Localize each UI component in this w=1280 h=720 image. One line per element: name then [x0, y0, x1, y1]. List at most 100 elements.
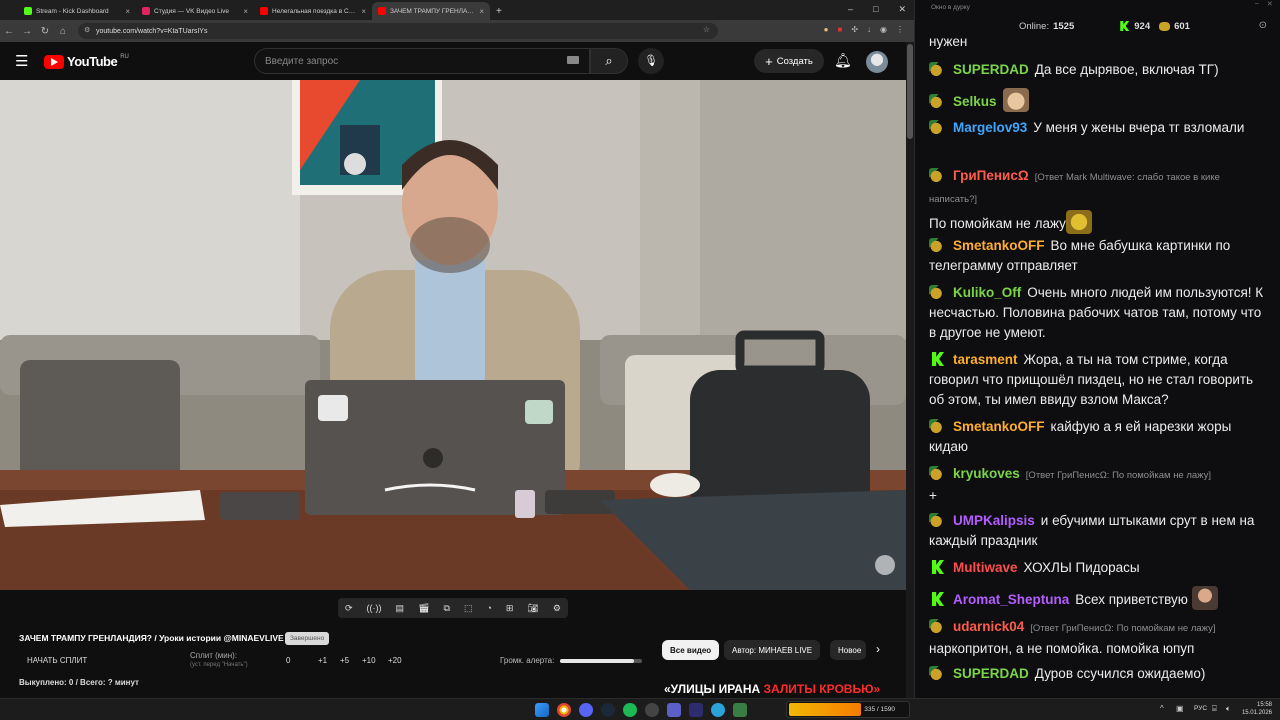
chat-message: SmetankoOFF Во мне бабушка картинки по те…: [929, 236, 1269, 276]
chat-username[interactable]: ГриПенисΩ: [953, 168, 1029, 183]
reload-icon[interactable]: ↻: [36, 26, 54, 37]
puzzle-icon[interactable]: ✣: [851, 25, 858, 34]
page-scrollbar[interactable]: [906, 42, 914, 698]
clock[interactable]: 15:58 15.01.2026: [1238, 701, 1272, 717]
voice-search-button[interactable]: 🎙︎: [638, 48, 664, 74]
app-icon[interactable]: [667, 703, 681, 717]
chat-username[interactable]: SUPERDAD: [953, 666, 1029, 681]
youtube-logo[interactable]: YouTube RU: [44, 54, 129, 69]
download-icon[interactable]: ↓: [867, 25, 871, 34]
search-button[interactable]: ⌕: [590, 48, 628, 74]
chip-all-videos[interactable]: Все видео: [662, 640, 720, 660]
chat-message: tarasment Жора, а ты на том стриме, когда…: [929, 350, 1269, 410]
search-input[interactable]: Введите запрос: [254, 48, 590, 74]
tab-greenland-video[interactable]: ЗАЧЕМ ТРАМПУ ГРЕНЛАНДИЯ? ×: [372, 2, 490, 20]
scrollbar-thumb[interactable]: [907, 44, 913, 139]
network-icon[interactable]: ⌸: [1212, 704, 1217, 714]
next-video-title[interactable]: «УЛИЦЫ ИРАНА ЗАЛИТЫ КРОВЬЮ»: [664, 682, 880, 696]
back-icon[interactable]: ←: [0, 26, 18, 37]
tray-chevron-icon[interactable]: ^: [1160, 704, 1164, 713]
chat-username[interactable]: Aromat_Sheptuna: [953, 592, 1069, 607]
hamburger-menu-icon[interactable]: ☰: [15, 52, 28, 70]
close-icon[interactable]: ✕: [898, 4, 906, 15]
chip-new[interactable]: Новое: [830, 640, 866, 660]
chat-username[interactable]: Multiwave: [953, 560, 1018, 575]
chat-username[interactable]: Kuliko_Off: [953, 285, 1021, 300]
bookmark-star-icon[interactable]: ☆: [703, 25, 710, 34]
volume-icon[interactable]: 🔈︎: [1226, 704, 1231, 714]
chrome-icon[interactable]: [557, 703, 571, 717]
minimize-icon[interactable]: –: [1255, 0, 1259, 14]
close-icon[interactable]: ✕: [1267, 0, 1273, 14]
chat-username[interactable]: kryukoves: [953, 466, 1020, 481]
chat-username[interactable]: tarasment: [953, 352, 1018, 367]
chat-username[interactable]: udarnick04: [953, 619, 1024, 634]
app-icon[interactable]: [733, 703, 747, 717]
discord-icon[interactable]: [579, 703, 593, 717]
url-field[interactable]: ⚙ youtube.com/watch?v=KtaTUarsIYs ☆: [78, 23, 718, 39]
spotify-icon[interactable]: [623, 703, 637, 717]
app-icon[interactable]: [689, 703, 703, 717]
avatar[interactable]: [866, 51, 888, 73]
chip-author[interactable]: Автор: МИНАЕВ LIVE: [724, 640, 821, 660]
settings-icon[interactable]: ⊙: [1259, 20, 1267, 31]
telegram-icon[interactable]: [711, 703, 725, 717]
split-plus10-button[interactable]: +10: [362, 656, 376, 665]
platform-badge-icon: [929, 238, 947, 252]
split-value-input[interactable]: 0: [286, 656, 290, 665]
chat-username[interactable]: SmetankoOFF: [953, 419, 1045, 434]
split-plus1-button[interactable]: +1: [318, 656, 327, 665]
add-clip-icon[interactable]: ⊞: [506, 603, 514, 614]
home-icon[interactable]: ⌂: [54, 26, 72, 37]
chat-username[interactable]: UMPKalipsis: [953, 513, 1035, 528]
broadcast-icon[interactable]: ((·)): [367, 603, 382, 613]
split-plus20-button[interactable]: +20: [388, 656, 402, 665]
split-plus5-button[interactable]: +5: [340, 656, 349, 665]
next-title-highlight: ЗАЛИТЫ КРОВЬЮ»: [763, 682, 881, 696]
clapper-icon[interactable]: 🎬︎: [418, 603, 429, 614]
chat-username[interactable]: Margelov93: [953, 120, 1027, 135]
chat-username[interactable]: SmetankoOFF: [953, 238, 1045, 253]
menu-dots-icon[interactable]: ⋮: [896, 25, 904, 34]
chat-message: udarnick04 [Ответ ГриПенисΩ: По помойкам …: [929, 617, 1269, 659]
loop-icon[interactable]: ⟳: [345, 603, 353, 614]
chat-username[interactable]: Selkus: [953, 94, 997, 109]
chat-message: SUPERDAD Да все дырявое, включая ТГ): [929, 60, 1269, 80]
gear-icon[interactable]: ⚙: [553, 603, 561, 614]
chat-username[interactable]: SUPERDAD: [953, 62, 1029, 77]
close-tab-icon[interactable]: ×: [125, 7, 130, 16]
chevron-right-icon[interactable]: ›: [876, 642, 880, 656]
tab-syria-video[interactable]: Нелегальная поездка в Сирию ×: [254, 2, 372, 20]
extension-icon[interactable]: ■: [837, 25, 842, 34]
obs-icon[interactable]: [645, 703, 659, 717]
next-title-part: «УЛИЦЫ ИРАНА: [664, 682, 764, 696]
kick-party-widget[interactable]: 335 / 1590: [786, 701, 910, 718]
maximize-icon[interactable]: □: [873, 4, 878, 15]
minimize-icon[interactable]: –: [848, 4, 853, 15]
close-tab-icon[interactable]: ×: [479, 7, 484, 16]
profile-icon[interactable]: ◉: [880, 25, 887, 34]
pip-icon[interactable]: ⧉: [444, 603, 450, 614]
extension-icon[interactable]: ●: [824, 25, 829, 34]
alert-volume-slider[interactable]: [560, 659, 642, 663]
forward-icon[interactable]: →: [18, 26, 36, 37]
steam-icon[interactable]: [601, 703, 615, 717]
screenshot-icon[interactable]: 📷︎: [527, 603, 538, 614]
start-menu-icon[interactable]: [535, 703, 549, 717]
notifications-bell-icon[interactable]: 🔔︎: [834, 52, 852, 69]
start-split-button[interactable]: НАЧАТЬ СПЛИТ: [27, 656, 87, 665]
tab-vk-studio[interactable]: Студия — VK Видео Live ×: [136, 2, 254, 20]
frame-icon[interactable]: ⬚: [464, 603, 473, 614]
tab-kick-dashboard[interactable]: Stream - Kick Dashboard ×: [18, 2, 136, 20]
video-player[interactable]: [0, 80, 906, 590]
close-tab-icon[interactable]: ×: [243, 7, 248, 16]
new-tab-button[interactable]: +: [490, 2, 510, 20]
tray-app-icon[interactable]: ▣: [1176, 704, 1184, 713]
keyboard-language[interactable]: РУС: [1194, 705, 1207, 712]
overlay-icon[interactable]: ▤: [396, 603, 405, 614]
close-tab-icon[interactable]: ×: [361, 7, 366, 16]
keyboard-icon[interactable]: [567, 56, 579, 64]
create-button[interactable]: + Создать: [754, 49, 824, 73]
site-info-icon[interactable]: ⚙: [84, 26, 90, 34]
speed-icon[interactable]: ◔: [486, 603, 491, 613]
